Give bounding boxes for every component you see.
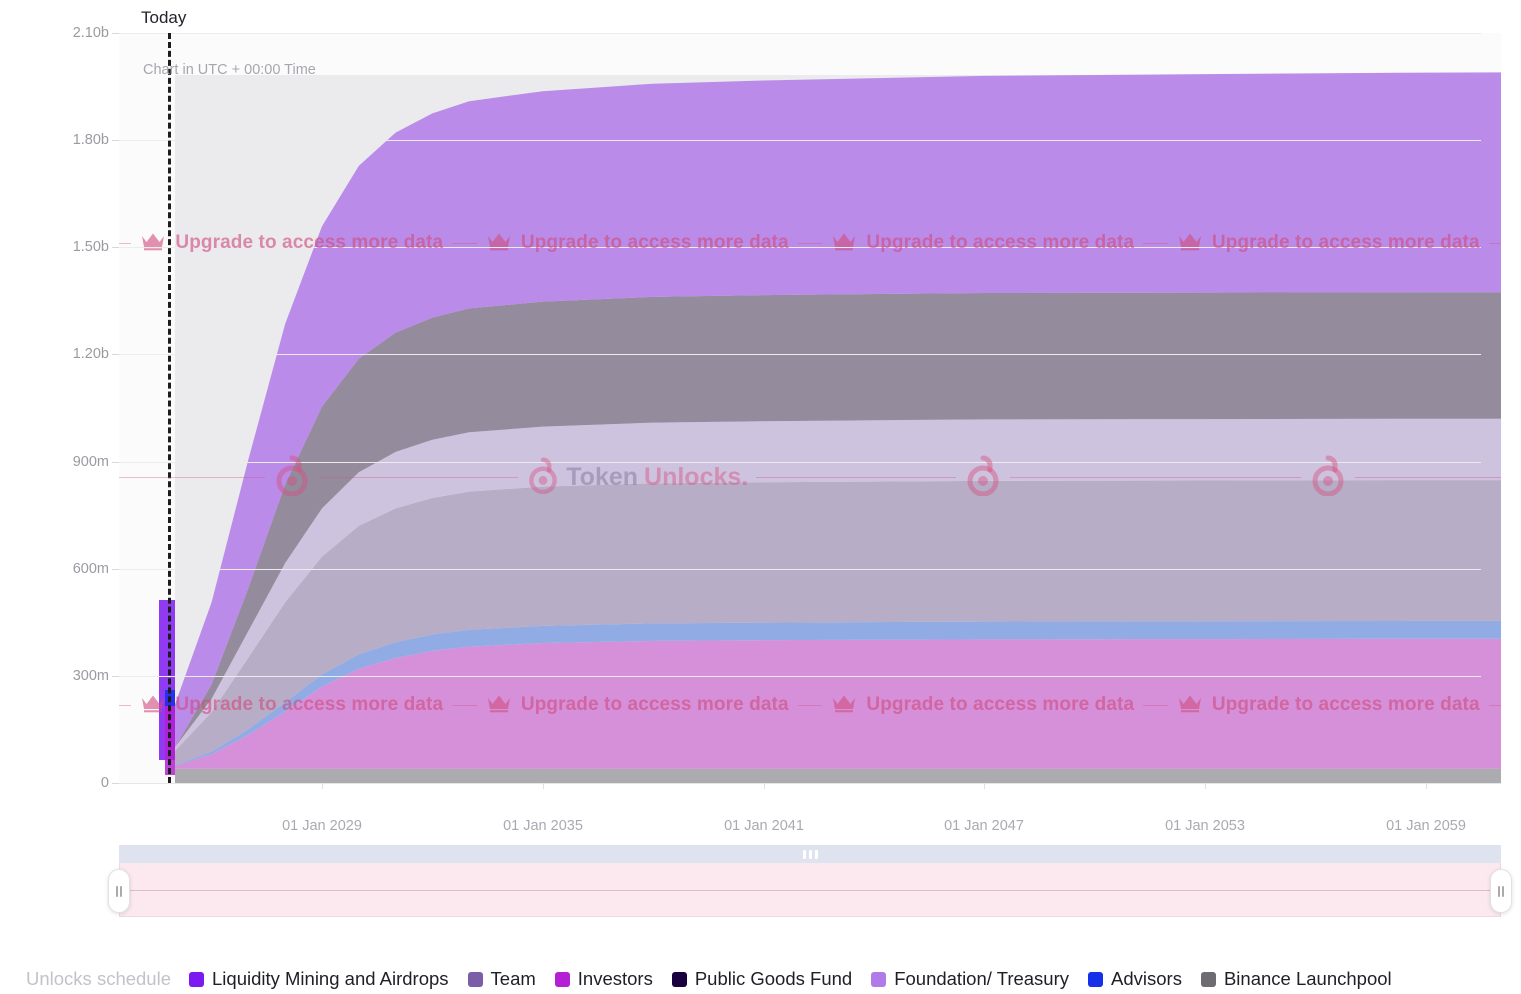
y-tick-mark bbox=[112, 33, 119, 34]
x-axis-label: 01 Jan 2029 bbox=[282, 818, 362, 834]
legend-label: Public Goods Fund bbox=[694, 968, 853, 989]
y-axis-label: 300m bbox=[72, 667, 109, 684]
legend-item-advisors[interactable]: Advisors bbox=[1088, 968, 1182, 990]
legend-swatch bbox=[189, 971, 204, 987]
range-brush[interactable] bbox=[108, 845, 1512, 917]
legend-swatch bbox=[671, 971, 687, 987]
y-axis-label: 0 bbox=[100, 775, 109, 791]
token-unlocks-chart-page: 0 300m 600m 900m 1.20b 1.50b 1.80b 2.10b 01 Jan… bbox=[0, 0, 1521, 994]
x-axis-label: 01 Jan 2035 bbox=[503, 818, 583, 834]
y-gridline bbox=[119, 33, 1481, 34]
y-axis-label: 1.80b bbox=[72, 132, 109, 149]
legend-label: Investors bbox=[577, 968, 653, 989]
legend-title: Unlocks schedule bbox=[26, 968, 171, 989]
legend-item-liquidity-mining-and-airdrops[interactable]: Liquidity Mining and Airdrops bbox=[189, 968, 449, 990]
range-preview[interactable] bbox=[119, 863, 1501, 917]
y-axis-label: 900m bbox=[72, 453, 109, 470]
y-gridline bbox=[119, 140, 1481, 142]
legend-label: Liquidity Mining and Airdrops bbox=[212, 968, 449, 989]
x-axis-line bbox=[119, 783, 1501, 784]
x-tick-mark bbox=[764, 783, 765, 789]
legend-item-binance-launchpool[interactable]: Binance Launchpool bbox=[1200, 968, 1392, 990]
range-start-handle[interactable] bbox=[108, 869, 130, 913]
today-label: Today bbox=[141, 8, 187, 27]
legend-swatch bbox=[1088, 971, 1104, 987]
y-axis-label: 600m bbox=[72, 560, 109, 577]
y-tick-mark bbox=[112, 461, 119, 463]
y-tick-mark bbox=[112, 675, 119, 677]
x-axis-label: 01 Jan 2059 bbox=[1386, 818, 1466, 834]
stacked-area-chart bbox=[159, 72, 1501, 783]
x-tick-mark bbox=[984, 783, 985, 789]
range-end-handle[interactable] bbox=[1490, 869, 1512, 913]
x-tick-mark bbox=[543, 783, 544, 789]
area-series-binance-launchpool bbox=[175, 768, 1501, 783]
x-axis-label: 01 Jan 2053 bbox=[1165, 818, 1245, 834]
y-tick-mark bbox=[112, 783, 119, 784]
x-tick-mark bbox=[1426, 783, 1427, 789]
legend-label: Advisors bbox=[1111, 968, 1182, 989]
y-gridline bbox=[119, 675, 1481, 677]
y-tick-mark bbox=[112, 354, 119, 356]
legend-label: Foundation/ Treasury bbox=[894, 968, 1070, 989]
chart-legend: Unlocks schedule Liquidity Mining and Ai… bbox=[0, 962, 1521, 994]
y-gridline bbox=[119, 568, 1481, 570]
y-axis-label: 1.50b bbox=[72, 239, 109, 256]
y-gridline bbox=[119, 461, 1481, 463]
x-axis-label: 01 Jan 2041 bbox=[724, 818, 804, 834]
x-tick-mark bbox=[1205, 783, 1206, 789]
x-tick-mark bbox=[322, 783, 323, 789]
legend-label: Team bbox=[490, 968, 536, 989]
utc-timezone-note: Chart in UTC + 00:00 Time bbox=[143, 62, 316, 78]
legend-item-investors[interactable]: Investors bbox=[554, 968, 653, 990]
y-axis-label: 1.20b bbox=[72, 346, 109, 363]
x-axis-label: 01 Jan 2047 bbox=[944, 818, 1024, 834]
legend-item-public-goods-fund[interactable]: Public Goods Fund bbox=[671, 968, 853, 990]
legend-swatch bbox=[1200, 971, 1216, 987]
range-drag-bar[interactable] bbox=[119, 845, 1501, 863]
legend-swatch bbox=[467, 971, 483, 987]
legend-item-foundation-treasury[interactable]: Foundation/ Treasury bbox=[871, 968, 1069, 990]
drag-grip-icon bbox=[802, 849, 818, 859]
range-baseline bbox=[120, 889, 1500, 891]
y-tick-mark bbox=[112, 247, 119, 249]
y-axis-label: 2.10b bbox=[72, 25, 109, 41]
legend-swatch bbox=[554, 971, 570, 987]
y-tick-mark bbox=[112, 568, 119, 570]
y-gridline bbox=[119, 354, 1481, 356]
y-tick-mark bbox=[112, 140, 119, 142]
legend-label: Binance Launchpool bbox=[1223, 968, 1392, 989]
chart-plot-area[interactable] bbox=[119, 33, 1501, 783]
legend-swatch bbox=[871, 971, 887, 987]
y-gridline bbox=[119, 247, 1481, 249]
today-marker-line bbox=[168, 33, 171, 783]
legend-item-team[interactable]: Team bbox=[467, 968, 536, 990]
